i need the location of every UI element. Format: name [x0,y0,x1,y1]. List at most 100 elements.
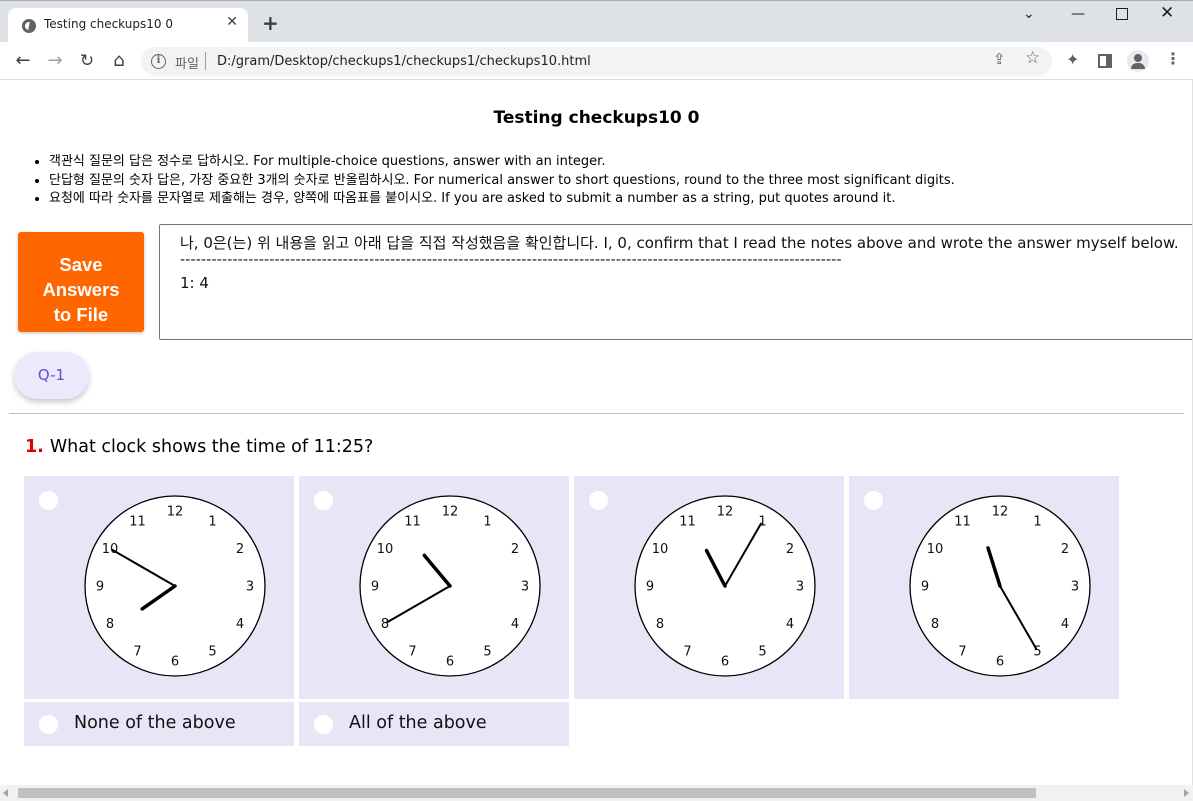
scroll-right-arrow-icon[interactable] [1184,789,1189,797]
confirmation-line: 나, 0은(는) 위 내용을 읽고 아래 답을 직접 작성했음을 확인합니다. … [180,234,1179,252]
question-prompt: What clock shows the time of 11:25? [49,437,374,457]
save-answers-button[interactable]: Save Answers to File [18,232,144,332]
option-label: None of the above [74,713,236,733]
clock-number: 4 [1061,617,1069,632]
clock-number: 9 [921,580,929,595]
clock-option-2[interactable]: 12 1 2 3 4 5 6 7 8 9 10 11 [299,476,569,699]
clock-number: 9 [371,580,379,595]
clock-number: 9 [646,580,654,595]
clock-number: 5 [208,645,216,660]
radio-button[interactable] [39,491,58,510]
clock-number: 5 [483,645,491,660]
clock-number: 10 [102,542,119,557]
clock-number: 8 [656,617,664,632]
scroll-left-arrow-icon[interactable] [3,789,8,797]
clock-number: 2 [511,542,519,557]
back-icon[interactable]: ← [12,50,34,72]
new-tab-icon[interactable]: + [262,13,279,33]
maximize-icon[interactable] [1116,8,1128,20]
menu-kebab-icon[interactable]: ⋮ [1165,51,1181,67]
url-separator [205,52,206,70]
clock-face: 121234567891011 [909,495,1091,677]
browser-titlebar: Testing checkups10 0 ✕ + ⌄ — ✕ [0,0,1193,43]
save-button-label-line: Save [59,253,103,275]
tab-search-icon[interactable]: ⌄ [1023,7,1035,21]
clock-number: 11 [679,515,696,530]
clock-number: 4 [236,617,244,632]
clock-number: 2 [786,542,794,557]
clock-number: 6 [171,655,179,670]
globe-icon [22,19,36,33]
radio-button[interactable] [314,491,333,510]
clock-number: 7 [683,645,691,660]
radio-button[interactable] [589,491,608,510]
instructions-list: 객관식 질문의 답은 정수로 답하시오. For multiple-choice… [49,153,955,209]
clock-face: 121234567891011 [84,495,266,677]
clock-number: 10 [927,542,944,557]
horizontal-scrollbar[interactable] [0,785,1193,801]
clock-number: 2 [236,542,244,557]
clock-number: 8 [106,617,114,632]
divider [9,413,1184,414]
reload-icon[interactable]: ↻ [76,50,98,72]
close-tab-icon[interactable]: ✕ [226,15,238,29]
profile-avatar-icon[interactable] [1127,50,1149,72]
clock-number: 6 [446,655,454,670]
clock-number: 11 [129,515,146,530]
clock-number: 12 [442,505,459,520]
clock-number: 1 [483,515,491,530]
answer-line: 1: 4 [180,274,209,292]
address-bar[interactable]: i 파일 D:/gram/Desktop/checkups1/checkups1… [141,47,1052,76]
radio-button[interactable] [39,715,58,734]
clock-number: 8 [931,617,939,632]
clock-number: 10 [377,542,394,557]
option-all-of-the-above[interactable]: All of the above [299,702,569,746]
clock-number: 7 [133,645,141,660]
answers-textarea[interactable]: 나, 0은(는) 위 내용을 읽고 아래 답을 직접 작성했음을 확인합니다. … [159,224,1193,340]
radio-button[interactable] [864,491,883,510]
clock-number: 7 [958,645,966,660]
bookmark-star-icon[interactable]: ☆ [1025,50,1040,67]
info-icon[interactable]: i [151,54,166,69]
clock-number: 6 [721,655,729,670]
option-none-of-the-above[interactable]: None of the above [24,702,294,746]
instruction-item: 단답형 질문의 숫자 답은, 가장 중요한 3개의 숫자로 반올림하시오. Fo… [49,172,955,191]
clock-option-4[interactable]: 12 1 2 3 4 5 6 7 8 9 10 11 [849,476,1119,699]
clock-option-1[interactable]: 12 1 2 3 4 5 6 7 8 9 10 11 [24,476,294,699]
clock-number: 1 [1033,515,1041,530]
separator-line: ----------------------------------------… [180,252,842,268]
clock-number: 4 [511,617,519,632]
question-number: 1. [25,437,44,457]
extensions-icon[interactable]: ✦ [1066,52,1079,68]
horizontal-scroll-thumb[interactable] [18,788,1036,798]
page-title: Testing checkups10 0 [493,108,700,128]
share-icon[interactable]: ⇪ [993,52,1006,67]
clock-number: 10 [652,542,669,557]
side-panel-icon[interactable] [1098,54,1112,68]
save-button-label-line: to File [53,303,109,325]
home-icon[interactable]: ⌂ [108,50,130,72]
clock-number: 6 [996,655,1004,670]
clock-number: 4 [786,617,794,632]
clock-face: 121234567891011 [359,495,541,677]
save-button-label-line: Answers [42,278,120,300]
question-nav-q1[interactable]: Q-1 [14,352,89,399]
clock-number: 12 [717,505,734,520]
instruction-item: 요청에 따라 숫자를 문자열로 제출해는 경우, 양쪽에 따옴표를 붙이시오. … [49,190,955,209]
clock-number: 12 [992,505,1009,520]
clock-number: 12 [167,505,184,520]
url-scheme-label: 파일 [175,57,199,72]
clock-number: 7 [408,645,416,660]
clock-number: 3 [246,580,254,595]
clock-option-3[interactable]: 12 1 2 3 4 5 6 7 8 9 10 11 [574,476,844,699]
forward-icon[interactable]: → [44,50,66,72]
radio-button[interactable] [314,715,333,734]
close-window-icon[interactable]: ✕ [1160,5,1174,22]
browser-tab[interactable]: Testing checkups10 0 ✕ [8,8,248,43]
clock-number: 11 [954,515,971,530]
clock-number: 11 [404,515,421,530]
minimize-icon[interactable]: — [1071,7,1085,21]
url-text[interactable]: D:/gram/Desktop/checkups1/checkups1/chec… [217,54,591,69]
clock-number: 3 [521,580,529,595]
clock-number: 8 [381,617,389,632]
